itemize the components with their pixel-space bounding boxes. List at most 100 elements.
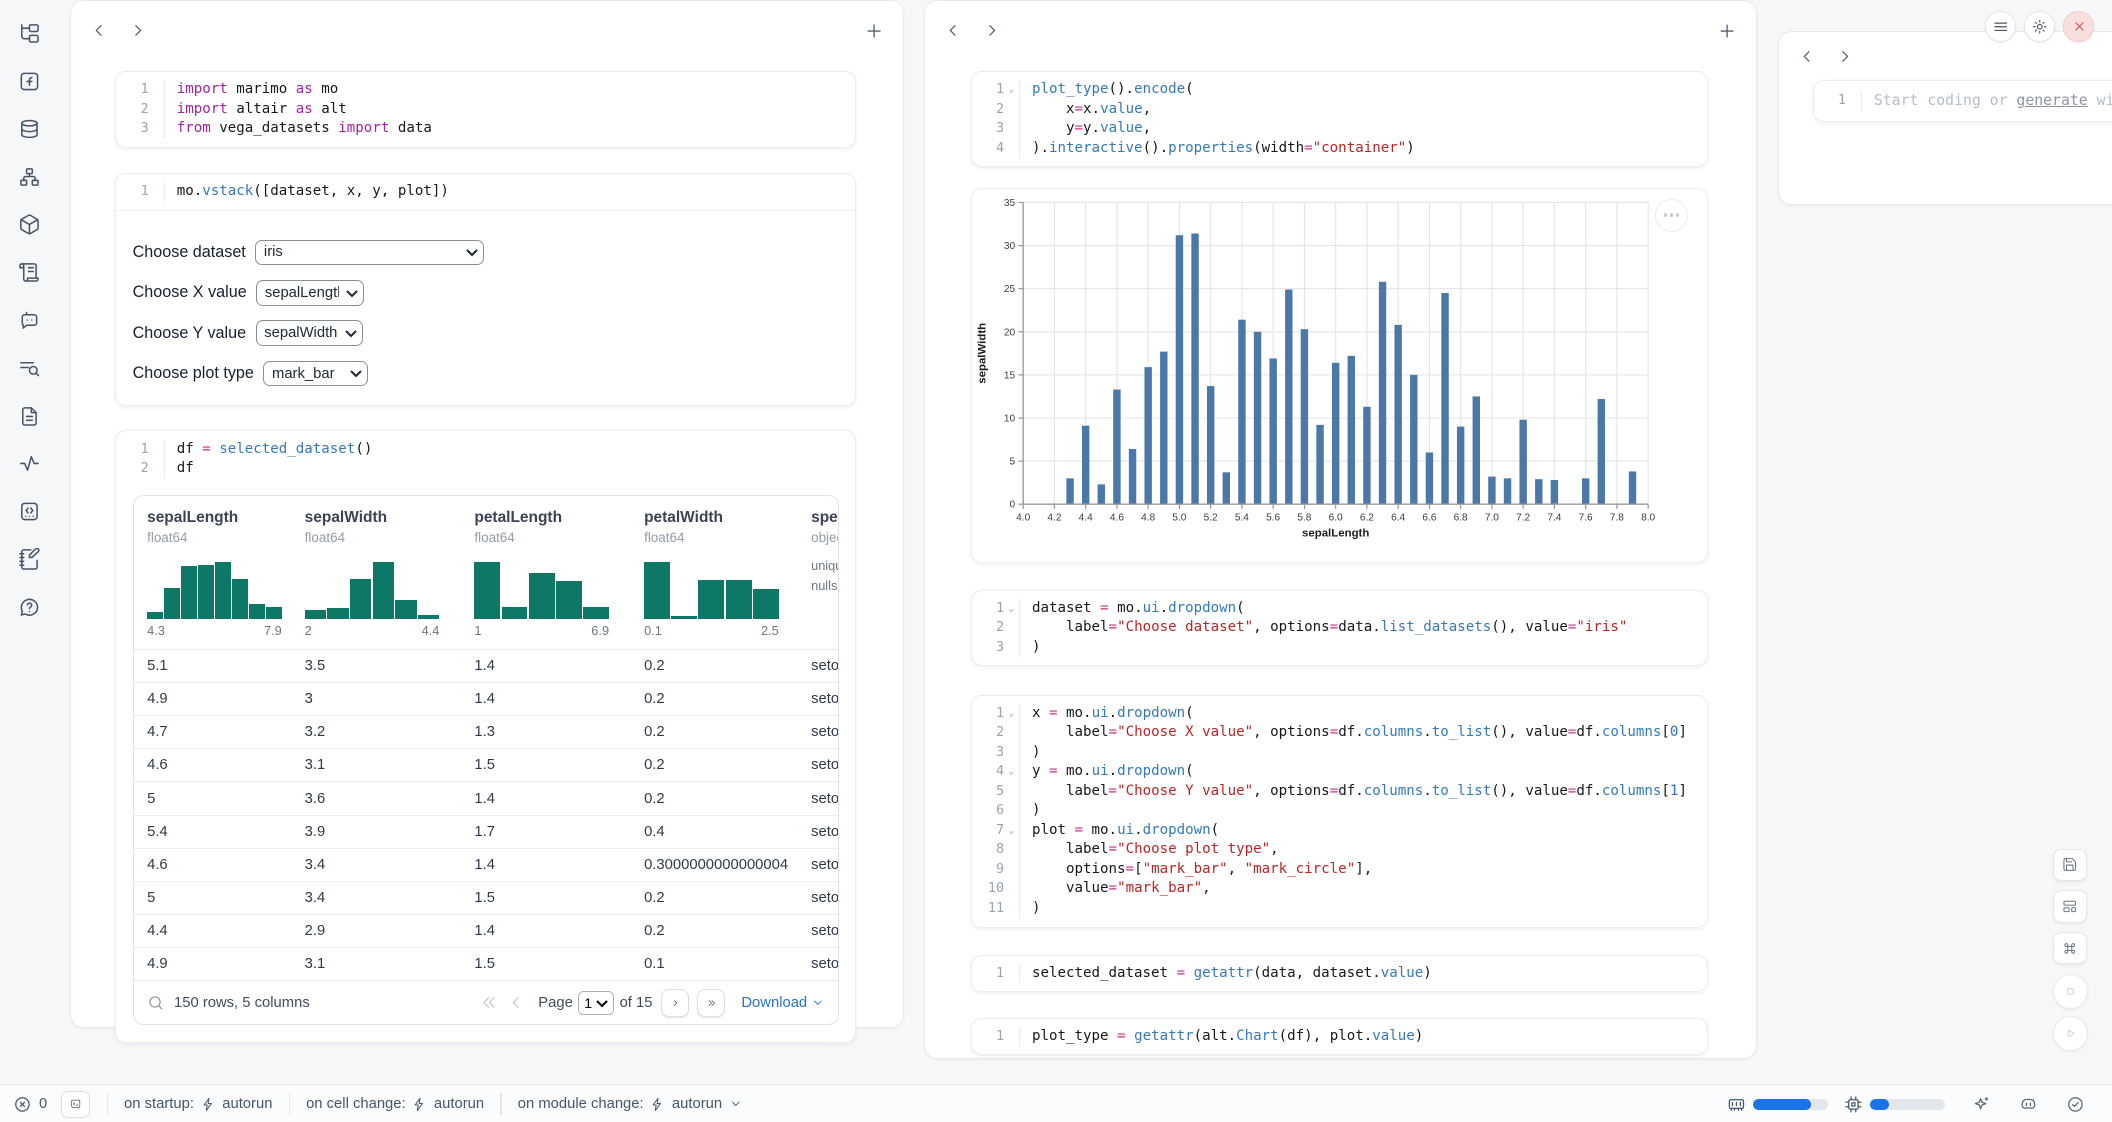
save-button[interactable] [2053, 849, 2087, 881]
svg-text:5.2: 5.2 [1203, 512, 1217, 523]
ai-chat-icon[interactable] [12, 303, 47, 338]
code-line: 9 options=["mark_bar", "mark_circle"], [980, 860, 1693, 880]
file-tree-icon[interactable] [12, 16, 47, 51]
page-label: Page [538, 995, 573, 1011]
altair-bar-chart[interactable]: 4.04.24.44.64.85.05.25.45.65.86.06.26.46… [972, 189, 1707, 567]
code-line: 10 value="mark_bar", [980, 879, 1693, 899]
error-indicator[interactable]: 0 [13, 1095, 47, 1114]
code-editor-vstack[interactable]: 1mo.vstack([dataset, x, y, plot]) [116, 174, 855, 210]
code-cell-plot-type: 1plot_type = getattr(alt.Chart(df), plot… [971, 1018, 1708, 1056]
code-editor-xyplot[interactable]: 1⌄x = mo.ui.dropdown(2 label="Choose X v… [972, 696, 1707, 927]
lightning-icon [201, 1097, 216, 1112]
y-select[interactable]: sepalWidth [256, 320, 364, 346]
terminal-button[interactable] [61, 1091, 91, 1118]
table-row: 4.931.40.2setos [134, 683, 839, 716]
on-cell-change-mode[interactable]: on cell change: autorun [306, 1096, 484, 1112]
column-header-petalWidth[interactable]: petalWidthfloat640.12.5 [631, 509, 798, 638]
line-number: 1 [1822, 91, 1846, 111]
svg-text:35: 35 [1004, 197, 1016, 208]
close-button[interactable] [2063, 11, 2094, 42]
generate-link[interactable]: generate [2016, 92, 2087, 109]
last-page-button[interactable] [697, 989, 725, 1017]
empty-code-cell[interactable]: 1 Start coding or generate with AI [1813, 80, 2112, 121]
fold-chevron-icon[interactable]: ⌄ [1004, 599, 1019, 619]
snippets-icon[interactable] [12, 494, 47, 529]
column-header-sepalWidth[interactable]: sepalWidthfloat6424.4 [291, 509, 461, 638]
code-editor-plot[interactable]: 1⌄plot_type().encode(2 x=x.value,3 y=y.v… [972, 72, 1707, 166]
table-row: 4.42.91.40.2setos [134, 915, 839, 948]
run-button[interactable] [2053, 1016, 2088, 1051]
column-header-sepalLength[interactable]: sepalLengthfloat644.37.9 [134, 509, 292, 638]
plot-select[interactable]: mark_bar [263, 361, 368, 387]
table-cell: 1.3 [461, 716, 631, 748]
code-line: 3) [980, 743, 1693, 763]
table-cell: setos [798, 749, 840, 781]
lightning-icon [650, 1097, 665, 1112]
dependency-graph-icon[interactable] [12, 160, 47, 195]
connection-status-button[interactable] [2058, 1093, 2093, 1115]
tracing-icon[interactable] [12, 446, 47, 481]
keyboard-shortcuts-button[interactable] [2053, 932, 2087, 964]
fold-chevron-icon[interactable]: ⌄ [1004, 821, 1019, 841]
column1-add-cell-button[interactable] [864, 21, 884, 41]
column3-next-button[interactable] [1835, 47, 1854, 66]
window-controls [1985, 11, 2094, 42]
on-module-change-mode[interactable]: on module change: autorun [518, 1096, 743, 1112]
chart-actions-button[interactable] [1655, 199, 1687, 231]
table-cell: 1.4 [461, 782, 631, 814]
code-editor-dataset[interactable]: 1⌄dataset = mo.ui.dropdown(2 label="Choo… [972, 591, 1707, 666]
table-cell: 3.5 [291, 650, 461, 682]
datasources-icon[interactable] [12, 112, 47, 147]
on-startup-mode[interactable]: on startup: autorun [124, 1096, 272, 1112]
menu-button[interactable] [1985, 11, 2016, 42]
x-select[interactable]: sepalLength [256, 280, 364, 306]
table-row: 4.73.21.30.2setos [134, 716, 839, 749]
prev-page-button[interactable] [503, 993, 530, 1012]
layout-button[interactable] [2053, 890, 2087, 922]
settings-button[interactable] [2024, 11, 2055, 42]
svg-text:4.6: 4.6 [1110, 512, 1124, 523]
code-editor-selected[interactable]: 1selected_dataset = getattr(data, datase… [972, 956, 1707, 992]
stop-button[interactable] [2053, 974, 2088, 1009]
column3-prev-button[interactable] [1798, 47, 1817, 66]
scratchpad-icon[interactable] [12, 542, 47, 577]
code-line: 4⌄y = mo.ui.dropdown( [980, 762, 1693, 782]
code-line: 3) [980, 638, 1693, 658]
packages-icon[interactable] [12, 207, 47, 242]
column2-add-cell-button[interactable] [1717, 21, 1737, 41]
download-button[interactable]: Download [741, 995, 824, 1011]
column2-prev-button[interactable] [944, 21, 963, 40]
code-editor-df[interactable]: 1df = selected_dataset()2df [116, 431, 855, 486]
functions-icon[interactable] [12, 64, 47, 99]
svg-text:7.6: 7.6 [1578, 512, 1592, 523]
page-select[interactable]: 1 [578, 991, 614, 1015]
code-editor-plottype[interactable]: 1plot_type = getattr(alt.Chart(df), plot… [972, 1019, 1707, 1055]
copilot-button[interactable] [2011, 1093, 2046, 1115]
fold-chevron-icon[interactable]: ⌄ [1004, 762, 1019, 782]
first-page-button[interactable] [476, 993, 503, 1012]
svg-text:10: 10 [1004, 413, 1016, 424]
table-cell: 1.5 [461, 882, 631, 914]
column-header-petalLength[interactable]: petalLengthfloat6416.9 [461, 509, 631, 638]
fold-chevron-icon[interactable]: ⌄ [1004, 704, 1019, 724]
fold-chevron-icon[interactable]: ⌄ [1004, 80, 1019, 100]
table-cell: 0.1 [631, 948, 798, 980]
svg-text:7.0: 7.0 [1485, 512, 1499, 523]
table-search-icon[interactable] [147, 994, 165, 1012]
column2-next-button[interactable] [982, 21, 1001, 40]
column-header-speci[interactable]: speciobjecuniqunulls: [798, 509, 840, 638]
help-icon[interactable] [12, 590, 47, 625]
control-label: Choose Y value [133, 324, 246, 343]
text-search-icon[interactable] [12, 351, 47, 386]
logs-icon[interactable] [12, 255, 47, 290]
column1-next-button[interactable] [128, 21, 147, 40]
next-page-button[interactable] [661, 989, 689, 1017]
table-cell: 1.4 [461, 683, 631, 715]
ai-sparkles-button[interactable] [1964, 1093, 1999, 1115]
documentation-icon[interactable] [12, 399, 47, 434]
code-editor-imports[interactable]: 1import marimo as mo2import altair as al… [116, 72, 855, 147]
cpu-meter [1870, 1099, 1945, 1110]
column1-prev-button[interactable] [90, 21, 109, 40]
table-cell: setos [798, 782, 840, 814]
dataset-select[interactable]: iris [255, 240, 484, 266]
